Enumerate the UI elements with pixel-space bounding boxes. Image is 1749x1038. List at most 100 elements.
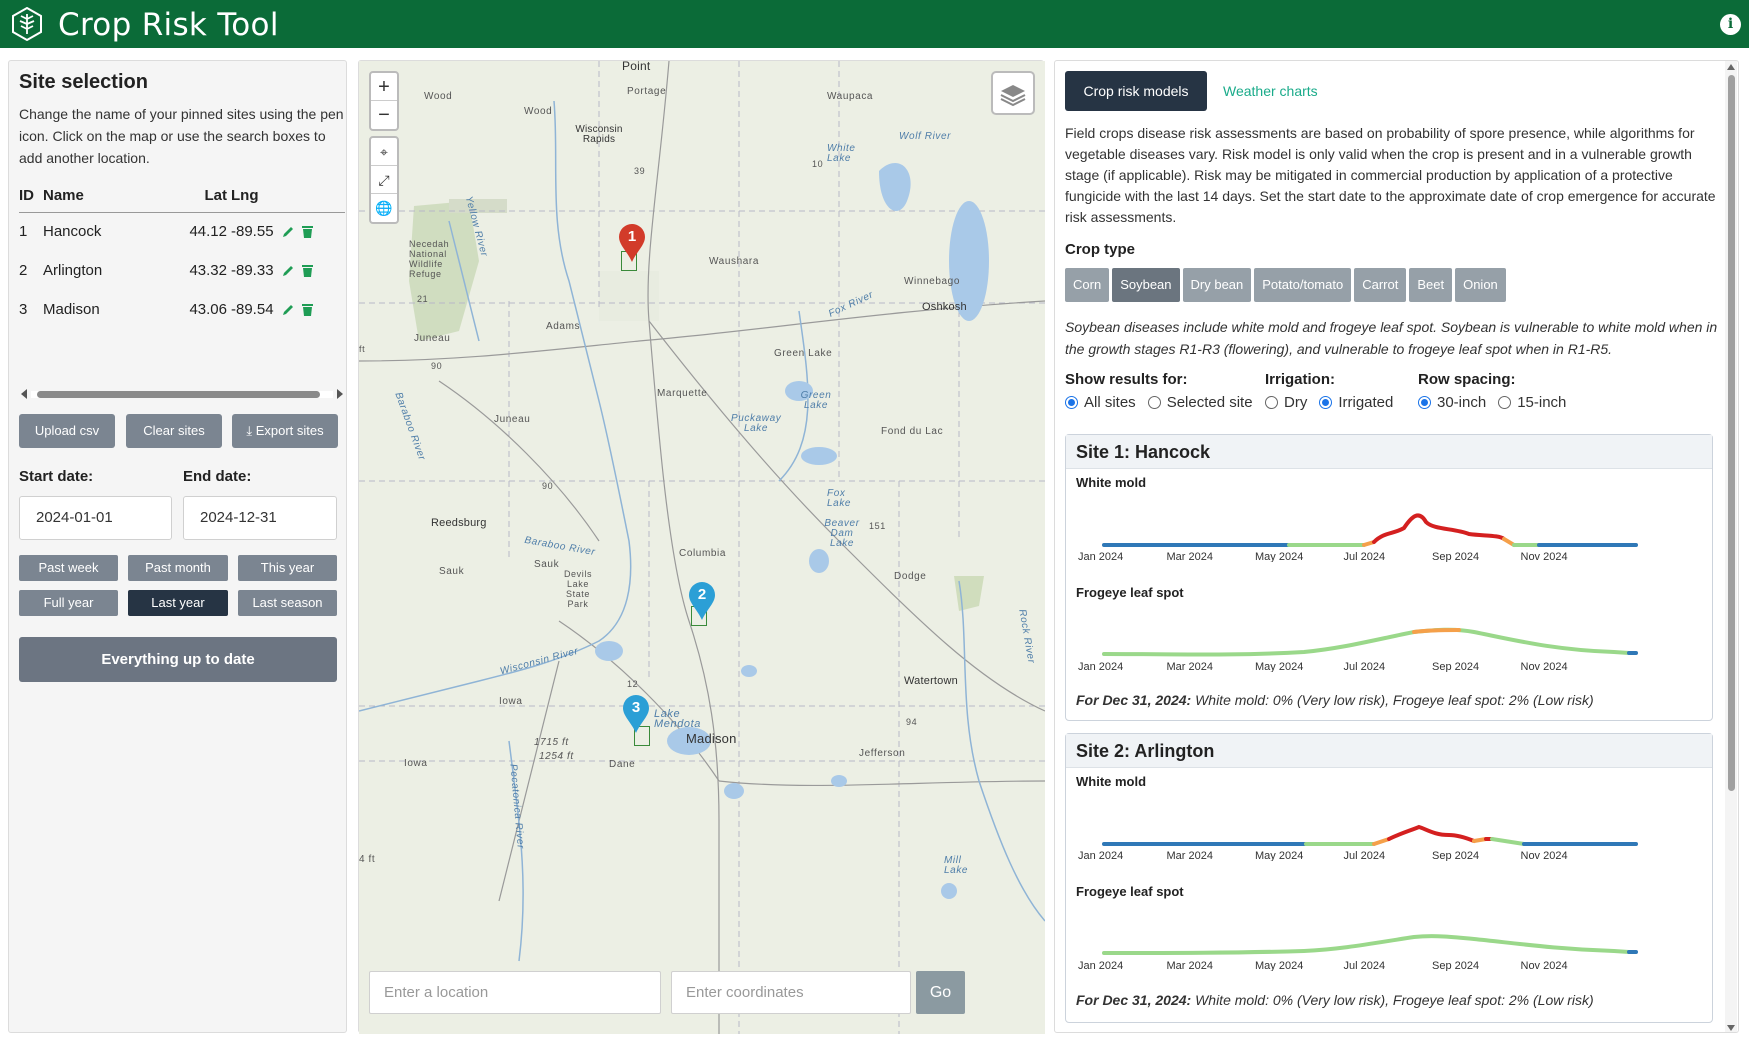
results-panel: Crop risk models Weather charts Field cr… — [1054, 60, 1739, 1033]
frogeye-chart: Jan 2024 Mar 2024 May 2024 Jul 2024 Sep 2024… — [1078, 934, 1638, 971]
map-label: Jefferson — [859, 748, 906, 759]
table-horizontal-scrollbar[interactable] — [19, 387, 345, 401]
col-lng: Lng — [231, 180, 281, 213]
pen-icon[interactable] — [281, 303, 295, 317]
risk-line-segment — [1102, 934, 1631, 955]
x-tick-label: Mar 2024 — [1167, 661, 1213, 672]
end-date-input[interactable]: 2024-12-31 — [183, 496, 337, 540]
site-lng: -89.54 — [231, 301, 274, 318]
radio-irrigated[interactable]: Irrigated — [1319, 394, 1393, 411]
x-tick-label: Nov 2024 — [1521, 661, 1568, 672]
map-label: Sauk — [439, 566, 465, 577]
fullscreen-icon[interactable]: ⤢ — [371, 166, 397, 194]
road-label: 39 — [634, 166, 646, 176]
trash-icon[interactable] — [301, 264, 314, 278]
crop-button-soybean[interactable]: Soybean — [1112, 268, 1180, 302]
pen-icon[interactable] — [281, 225, 295, 239]
go-button[interactable]: Go — [916, 971, 965, 1014]
crop-button-onion[interactable]: Onion — [1455, 268, 1506, 302]
crop-button-beet[interactable]: Beet — [1409, 268, 1453, 302]
sites-table: ID Name Lat Lng 1 Hancock 44.12 -89.55 2 — [19, 180, 345, 329]
radio-dry[interactable]: Dry — [1265, 394, 1307, 411]
status-button[interactable]: Everything up to date — [19, 637, 337, 682]
map-label: Wolf River — [899, 131, 952, 142]
site-lng: -89.33 — [231, 262, 274, 279]
summary-date: For Dec 31, 2024: — [1076, 992, 1192, 1008]
preset-this-year-button[interactable]: This year — [238, 555, 337, 581]
vertical-scrollbar[interactable] — [1725, 61, 1737, 1032]
radio-label: Dry — [1284, 394, 1308, 411]
road-label: 21 — [417, 294, 429, 304]
crop-button-corn[interactable]: Corn — [1065, 268, 1110, 302]
map-label: 4 ft — [359, 854, 376, 865]
crop-button-carrot[interactable]: Carrot — [1354, 268, 1407, 302]
trash-icon[interactable] — [301, 225, 314, 239]
preset-last-year-button[interactable]: Last year — [128, 590, 228, 616]
radio-selected-site[interactable]: Selected site — [1147, 394, 1253, 411]
x-tick-label: Jan 2024 — [1078, 850, 1123, 861]
location-search-input[interactable]: Enter a location — [369, 971, 661, 1014]
start-date-input[interactable]: 2024-01-01 — [19, 496, 172, 540]
trash-icon[interactable] — [301, 303, 314, 317]
map-label: Waushara — [709, 256, 760, 267]
site-selection-intro: Change the name of your pinned sites usi… — [19, 106, 344, 166]
crop-type-label: Crop type — [1065, 241, 1136, 258]
radio-all-sites[interactable]: All sites — [1065, 394, 1136, 411]
scroll-right-arrow-icon[interactable] — [337, 389, 343, 399]
layers-button[interactable] — [991, 71, 1035, 115]
site-card: Site 2: Arlington White mold Jan 2024 Mar… — [1065, 733, 1713, 1023]
risk-line-segment — [1387, 824, 1476, 843]
radio-15-inch[interactable]: 15-inch — [1498, 394, 1566, 411]
preset-last-season-button[interactable]: Last season — [238, 590, 337, 616]
site-lat: 44.12 — [189, 223, 227, 241]
table-row[interactable]: 1 Hancock 44.12 -89.55 — [19, 212, 345, 251]
x-tick-label: Sep 2024 — [1432, 661, 1479, 672]
risk-line-segment — [1490, 837, 1526, 846]
info-icon[interactable]: i — [1720, 14, 1741, 35]
preset-past-week-button[interactable]: Past week — [19, 555, 118, 581]
map-label: Necedah National Wildlife Refuge — [409, 239, 450, 279]
coordinates-input[interactable]: Enter coordinates — [671, 971, 911, 1014]
crop-button-potato-tomato[interactable]: Potato/tomato — [1254, 268, 1352, 302]
map-pin-1[interactable]: 1 — [617, 223, 647, 263]
x-tick-label: May 2024 — [1255, 551, 1303, 562]
crop-button-dry-bean[interactable]: Dry bean — [1182, 268, 1252, 302]
export-sites-button[interactable]: ⤓ Export sites — [232, 414, 338, 448]
show-results-group: Show results for: All sites Selected sit… — [1065, 371, 1253, 411]
map-label: Columbia — [679, 548, 727, 559]
start-date-label: Start date: — [19, 468, 94, 485]
site-selection-heading: Site selection — [19, 71, 148, 93]
scroll-thumb[interactable] — [1728, 75, 1735, 791]
app-logo-icon — [12, 7, 42, 41]
zoom-out-button[interactable]: − — [371, 101, 397, 129]
map[interactable]: Point Portage Waupaca Wood Wood Wisconsi… — [359, 61, 1045, 1034]
site-id: 1 — [19, 223, 28, 241]
map-pin-2[interactable]: 2 — [687, 581, 717, 621]
clear-sites-button[interactable]: Clear sites — [126, 414, 222, 448]
radio-30-inch[interactable]: 30-inch — [1418, 394, 1486, 411]
scroll-left-arrow-icon[interactable] — [21, 389, 27, 399]
upload-csv-button[interactable]: Upload csv — [19, 414, 115, 448]
show-results-label: Show results for: — [1065, 371, 1188, 388]
scroll-thumb[interactable] — [37, 391, 320, 398]
table-row[interactable]: 2 Arlington 43.32 -89.33 — [19, 251, 345, 290]
map-pin-3[interactable]: 3 — [621, 694, 651, 734]
x-tick-label: Sep 2024 — [1432, 551, 1479, 562]
map-label: 1715 ft — [534, 737, 569, 748]
site-name: Hancock — [43, 223, 102, 241]
chart-title: White mold — [1076, 475, 1147, 490]
globe-icon[interactable]: 🌐 — [371, 194, 397, 222]
road-label: 94 — [906, 717, 918, 727]
table-row[interactable]: 3 Madison 43.06 -89.54 — [19, 290, 345, 329]
scroll-up-arrow-icon[interactable] — [1727, 64, 1735, 70]
pen-icon[interactable] — [281, 264, 295, 278]
site-lat: 43.32 — [189, 262, 227, 279]
map-panel: Point Portage Waupaca Wood Wood Wisconsi… — [358, 60, 1045, 1034]
zoom-in-button[interactable]: + — [371, 73, 397, 101]
locate-icon[interactable]: ⌖ — [371, 138, 397, 166]
tab-crop-risk-models[interactable]: Crop risk models — [1065, 71, 1207, 111]
preset-full-year-button[interactable]: Full year — [19, 590, 118, 616]
scroll-down-arrow-icon[interactable] — [1727, 1025, 1735, 1031]
preset-past-month-button[interactable]: Past month — [128, 555, 228, 581]
tab-weather-charts[interactable]: Weather charts — [1223, 71, 1318, 111]
